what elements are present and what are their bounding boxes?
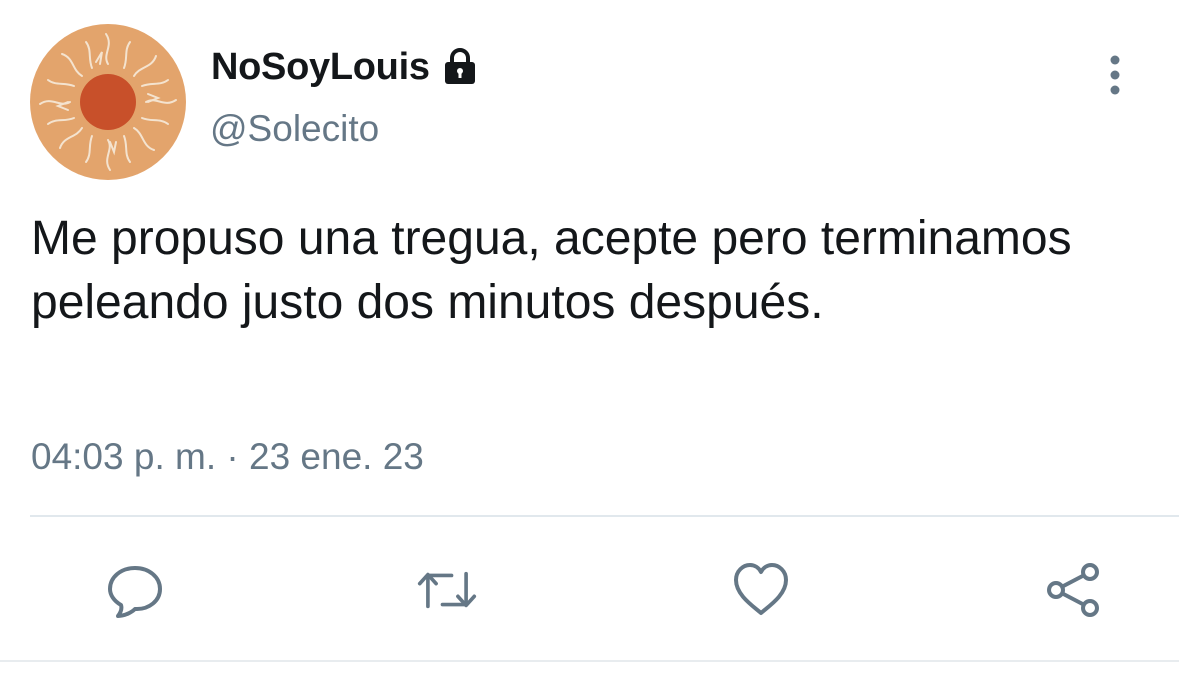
tweet-text: Me propuso una tregua, acepte pero termi… [31,212,1072,329]
sun-avatar-illustration [30,24,186,180]
reply-button[interactable] [105,560,165,620]
name-row: NoSoyLouis [211,40,480,94]
tweet-card: NoSoyLouis @Solecito Me propuso una treg… [0,0,1179,681]
comment-icon [108,566,162,618]
bottom-divider [0,660,1179,662]
like-button[interactable] [731,560,791,620]
more-vertical-icon[interactable] [1095,52,1135,98]
share-icon [1047,563,1099,617]
display-name[interactable]: NoSoyLouis [211,46,430,89]
divider [30,515,1179,517]
heart-icon [734,563,788,615]
share-button[interactable] [1043,560,1103,620]
retweet-button[interactable] [417,560,477,620]
avatar[interactable] [30,24,186,180]
retweet-icon [417,571,477,609]
tweet-timestamp[interactable]: 04:03 p. m. · 23 ene. 23 [31,436,424,478]
lock-icon [440,47,480,87]
user-handle[interactable]: @Solecito [210,108,379,150]
